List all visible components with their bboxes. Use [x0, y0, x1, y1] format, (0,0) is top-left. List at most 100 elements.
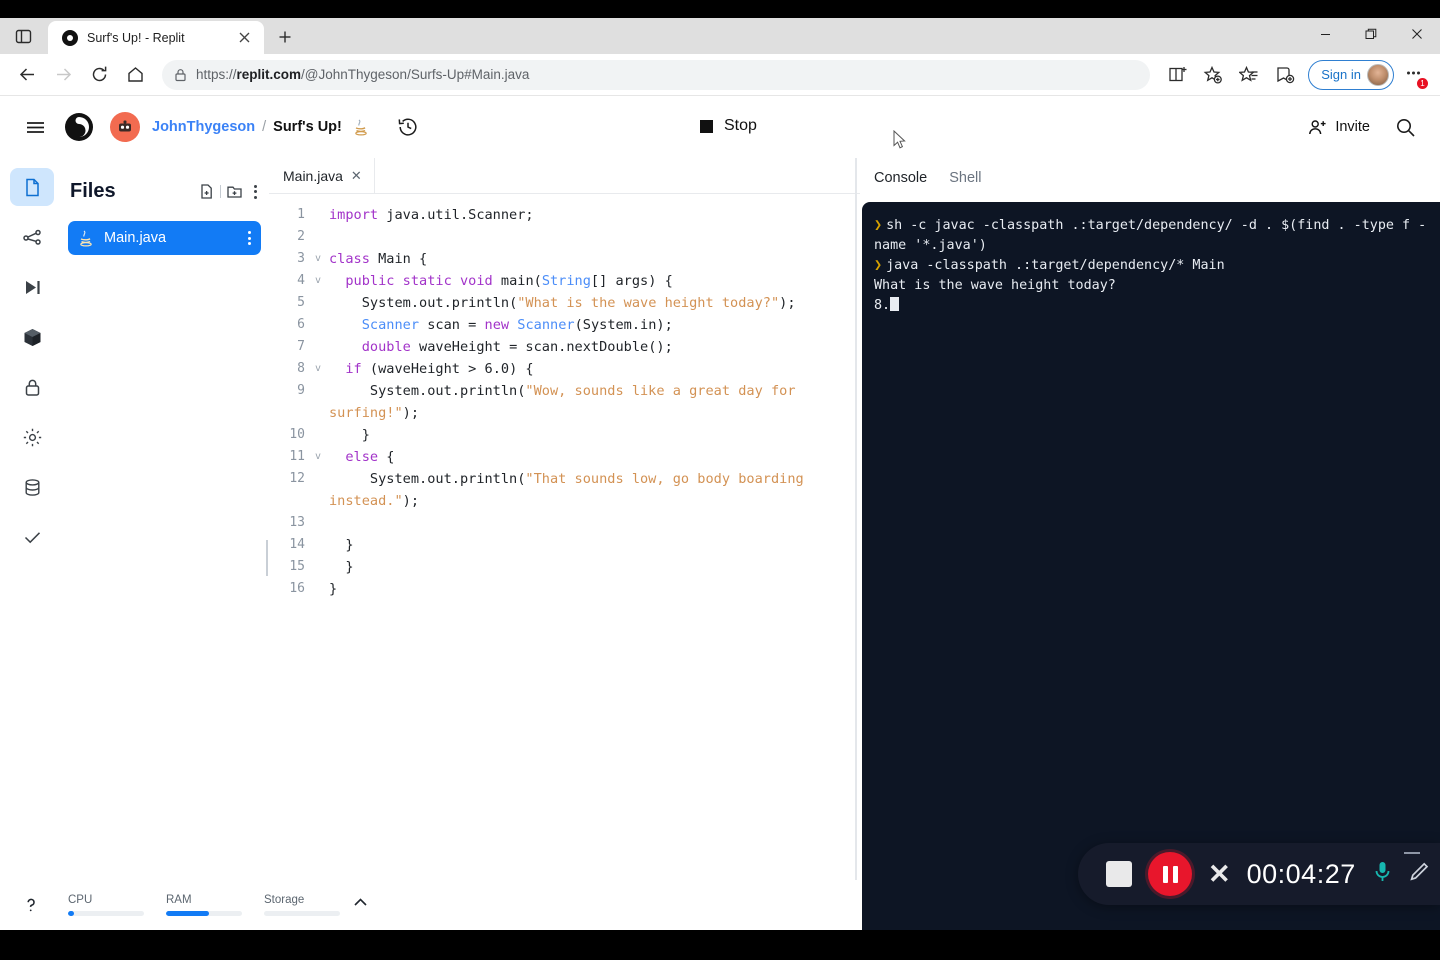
- split-screen-icon[interactable]: [1160, 58, 1194, 92]
- browser-tab[interactable]: Surf's Up! - Replit: [48, 21, 264, 54]
- history-icon[interactable]: [391, 110, 425, 144]
- recorder-close-button[interactable]: ✕: [1208, 860, 1231, 888]
- tab-list-icon[interactable]: [0, 18, 46, 54]
- code-text: else {: [345, 449, 395, 465]
- address-bar-text: https://replit.com/@JohnThygeson/Surfs-U…: [196, 67, 530, 82]
- sidebar-item-version-control[interactable]: [10, 218, 54, 256]
- stop-button[interactable]: Stop: [690, 113, 767, 139]
- code-line: 14 }: [269, 534, 860, 556]
- sidebar-item-debugger[interactable]: [10, 268, 54, 306]
- fold-toggle-icon[interactable]: v: [311, 248, 325, 270]
- sidebar-item-files[interactable]: [10, 168, 54, 206]
- star-list-icon[interactable]: [1232, 58, 1266, 92]
- console-line-text: 8.: [874, 298, 891, 313]
- fold-toggle-icon[interactable]: v: [311, 446, 325, 468]
- git-branch-icon: [22, 227, 43, 248]
- resource-meter[interactable]: RAM: [166, 894, 242, 916]
- sidebar-item-packages[interactable]: [10, 318, 54, 356]
- line-number: 12: [289, 471, 305, 486]
- browser-tab-title: Surf's Up! - Replit: [87, 30, 185, 45]
- fold-toggle-icon[interactable]: v: [311, 270, 325, 292]
- console-line: ❯ sh -c javac -classpath .:target/depende…: [874, 216, 1428, 256]
- more-vertical-icon[interactable]: [254, 184, 257, 199]
- stop-label: Stop: [724, 117, 757, 134]
- code-text: }: [329, 537, 354, 553]
- close-icon[interactable]: ✕: [351, 168, 362, 184]
- line-number: 11: [289, 449, 305, 464]
- fold-toggle-icon: [311, 424, 325, 446]
- sidebar-item-database[interactable]: [10, 468, 54, 506]
- console-line-text: sh -c javac -classpath .:target/dependen…: [874, 218, 1427, 253]
- line-number: 10: [289, 427, 305, 442]
- resource-meter[interactable]: Storage: [264, 894, 340, 916]
- code-text: System.out.println("Wow, sounds like a g…: [329, 383, 804, 421]
- home-icon[interactable]: [118, 58, 152, 92]
- help-question-icon[interactable]: [16, 890, 46, 920]
- resource-meter[interactable]: CPU: [68, 894, 144, 916]
- folder-add-icon[interactable]: [226, 183, 243, 200]
- arrow-left-icon[interactable]: [10, 58, 44, 92]
- line-number: 5: [297, 295, 305, 310]
- code-line: 8v if (waveHeight > 6.0) {: [269, 358, 860, 380]
- line-number: 1: [297, 207, 305, 222]
- panel-divider[interactable]: [855, 158, 857, 880]
- fold-toggle-icon: [311, 314, 325, 336]
- lock-icon: [174, 68, 187, 82]
- code-line: 13: [269, 512, 860, 534]
- list-item[interactable]: Main.java: [68, 221, 261, 255]
- fold-toggle-icon[interactable]: v: [311, 358, 325, 380]
- code-line: 7 double waveHeight = scan.nextDouble();: [269, 336, 860, 358]
- fold-toggle-icon: [311, 512, 325, 534]
- window-minimize-button[interactable]: [1302, 18, 1348, 50]
- code-content[interactable]: 1 import java.util.Scanner; 2 3 v class Main …: [269, 194, 860, 600]
- tab-console[interactable]: Console: [874, 170, 927, 186]
- tab-shell[interactable]: Shell: [949, 170, 981, 186]
- code-text: System.out.println("What is the wave hei…: [329, 295, 796, 311]
- divider: [220, 185, 221, 198]
- pencil-icon[interactable]: [1409, 861, 1430, 887]
- search-icon[interactable]: [1388, 110, 1422, 144]
- breadcrumb-owner[interactable]: JohnThygeson: [152, 119, 255, 135]
- new-tab-button[interactable]: [270, 22, 300, 52]
- code-text: import java.util.Scanner;: [329, 207, 534, 223]
- fold-toggle-icon: [311, 292, 325, 314]
- sidebar-item-checks[interactable]: [10, 518, 54, 556]
- microphone-icon[interactable]: [1372, 860, 1393, 888]
- window-close-button[interactable]: [1394, 18, 1440, 50]
- console-output[interactable]: ❯ sh -c javac -classpath .:target/depende…: [862, 202, 1440, 930]
- window-maximize-button[interactable]: [1348, 18, 1394, 50]
- fold-toggle-icon: [311, 578, 325, 600]
- close-icon[interactable]: [232, 26, 256, 50]
- address-bar[interactable]: https://replit.com/@JohnThygeson/Surfs-U…: [162, 59, 1151, 90]
- files-title: Files: [70, 180, 116, 202]
- collection-add-icon[interactable]: [1268, 58, 1302, 92]
- code-line: 15 }: [269, 556, 860, 578]
- window-top-strip: [0, 0, 1440, 18]
- robot-avatar-icon[interactable]: [110, 112, 140, 142]
- code-line: 12 System.out.println("That sounds low, …: [269, 468, 860, 512]
- hamburger-menu-icon[interactable]: [18, 110, 52, 144]
- code-editor-panel: Main.java ✕ 1 import java.util.Scanner; 2 3…: [269, 157, 860, 880]
- editor-tab-main-java[interactable]: Main.java ✕: [269, 157, 375, 194]
- sign-in-button[interactable]: Sign in: [1308, 59, 1394, 90]
- app-header-right: Invite: [1308, 110, 1422, 144]
- sidebar-item-secrets[interactable]: [10, 368, 54, 406]
- star-add-icon[interactable]: [1196, 58, 1230, 92]
- breadcrumb-project[interactable]: Surf's Up!: [273, 119, 342, 135]
- chevron-up-icon[interactable]: [352, 894, 369, 916]
- editor-indent-guide: [266, 540, 268, 576]
- prompt-icon: ❯: [874, 218, 883, 233]
- recorder-stop-button[interactable]: [1106, 861, 1132, 887]
- replit-logo-icon[interactable]: [64, 112, 94, 142]
- breadcrumb-separator: /: [262, 119, 267, 135]
- recorder-pause-button[interactable]: [1148, 852, 1192, 896]
- minimize-icon[interactable]: [1404, 852, 1420, 854]
- more-horizontal-icon[interactable]: 1: [1396, 58, 1430, 92]
- code-line: 5 System.out.println("What is the wave h…: [269, 292, 860, 314]
- sidebar-item-settings[interactable]: [10, 418, 54, 456]
- file-add-icon[interactable]: [198, 183, 215, 200]
- invite-button[interactable]: Invite: [1308, 118, 1370, 137]
- more-vertical-icon[interactable]: [248, 231, 251, 245]
- reload-icon[interactable]: [82, 58, 116, 92]
- gear-icon: [22, 427, 43, 448]
